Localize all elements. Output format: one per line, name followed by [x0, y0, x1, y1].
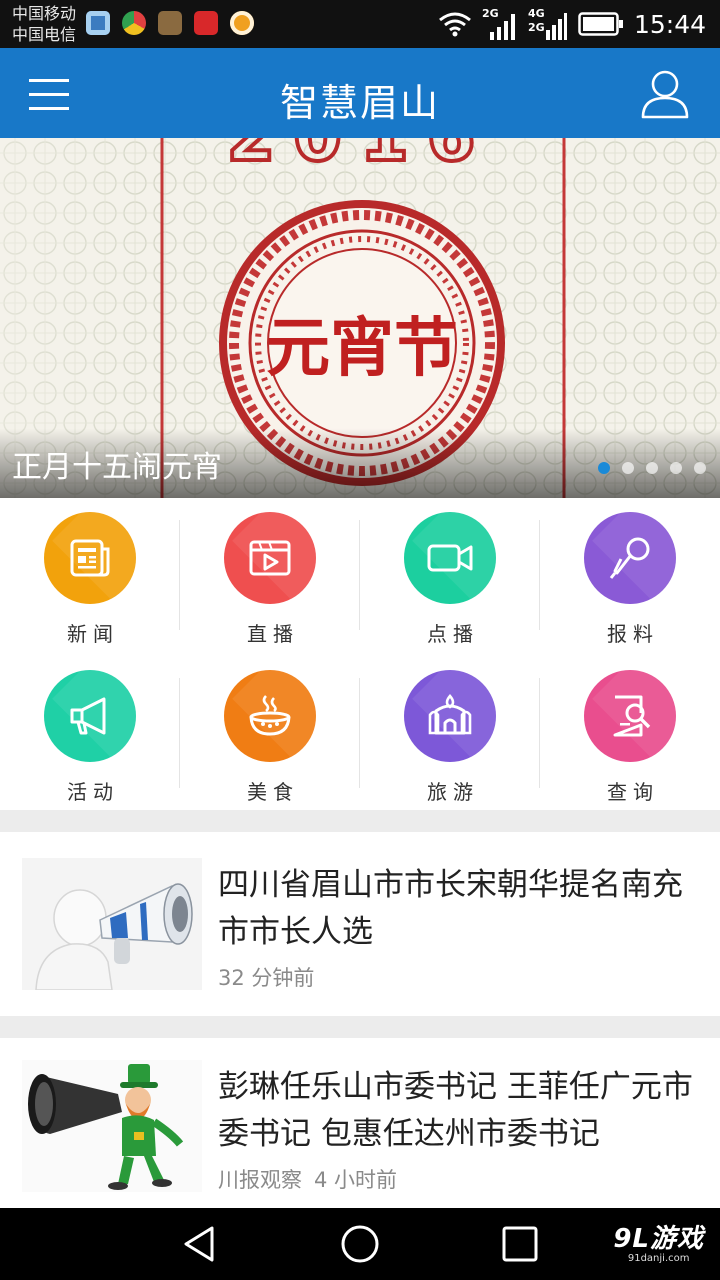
back-triangle-icon[interactable]	[180, 1224, 220, 1264]
status-bar: 中国移动 中国电信 2G 4G 2G 15:44	[0, 0, 720, 48]
news-title[interactable]: 四川省眉山市市长宋朝华提名南充市市长人选	[218, 862, 708, 956]
section-divider	[0, 1016, 720, 1038]
feature-news-circle	[44, 512, 136, 604]
feature-news-label: 新闻	[67, 622, 119, 646]
feature-travel[interactable]: 旅游	[360, 656, 540, 812]
home-circle-icon[interactable]	[340, 1224, 380, 1264]
carousel-dot[interactable]	[646, 462, 658, 474]
feature-travel-label: 旅游	[427, 780, 479, 804]
chrome-icon	[122, 11, 146, 35]
watermark: 9L游戏 91danji.com	[613, 1218, 704, 1264]
feature-news[interactable]: 新闻	[0, 498, 180, 654]
carousel-dot[interactable]	[622, 462, 634, 474]
news-item[interactable]: 彭琳任乐山市委书记 王菲任广元市委书记 包惠任达州市委书记 川报观察 4 小时前	[0, 1038, 720, 1208]
feature-query-circle	[584, 670, 676, 762]
news-item[interactable]: 四川省眉山市市长宋朝华提名南充市市长人选 32 分钟前	[0, 832, 720, 1016]
banner-title[interactable]: 正月十五闹元宵	[12, 442, 222, 486]
app-title: 智慧眉山	[279, 81, 440, 125]
toutiao-icon	[194, 11, 218, 35]
news-source: 川报观察	[218, 1168, 302, 1192]
clock: 15:44	[633, 9, 706, 39]
microphone-icon	[609, 537, 650, 579]
feature-live-label: 直播	[247, 622, 299, 646]
document-search-icon	[613, 695, 651, 737]
temple-icon	[428, 694, 472, 735]
video-camera-icon	[427, 544, 473, 572]
carrier-2: 中国电信	[12, 25, 77, 44]
news-title[interactable]: 彭琳任乐山市委书记 王菲任广元市委书记 包惠任达州市委书记	[218, 1064, 708, 1158]
system-nav-bar: 9L游戏 91danji.com	[0, 1208, 720, 1280]
newspaper-icon	[70, 539, 110, 577]
feature-travel-circle	[404, 670, 496, 762]
carrier-1: 中国移动	[12, 4, 77, 23]
carousel-indicator	[598, 462, 706, 474]
feature-food-label: 美食	[247, 780, 299, 804]
recents-square-icon[interactable]	[500, 1224, 540, 1264]
banner-year: 2016	[227, 138, 494, 177]
feature-grid: 新闻 直播 点播 报料 活动 美食 旅游 查询	[0, 498, 720, 810]
signal-2: 4G 2G	[528, 8, 568, 40]
feature-live-circle	[224, 512, 316, 604]
news-meta: 川报观察 4 小时前	[218, 1164, 397, 1194]
notification-icons	[86, 11, 254, 35]
user-icon[interactable]	[640, 68, 690, 120]
feature-events-circle	[44, 670, 136, 762]
news-meta: 32 分钟前	[218, 962, 314, 992]
feature-query[interactable]: 查询	[540, 656, 720, 812]
game-icon	[158, 11, 182, 35]
feature-vod-label: 点播	[427, 622, 479, 646]
signal-bars-icon	[489, 14, 515, 40]
banner-carousel[interactable]: 2016 元宵节 正月十五闹元宵	[0, 138, 720, 498]
feature-vod[interactable]: 点播	[360, 498, 540, 654]
wifi-icon	[439, 12, 471, 37]
app-bar: 智慧眉山	[0, 48, 720, 138]
signal-1: 2G	[482, 8, 518, 40]
battery-icon	[578, 12, 623, 36]
news-thumbnail	[22, 858, 202, 990]
carousel-dot[interactable]	[598, 462, 610, 474]
megaphone-icon	[70, 697, 106, 735]
feature-food-circle	[224, 670, 316, 762]
feature-report-circle	[584, 512, 676, 604]
status-right: 2G 4G 2G 15:44	[438, 6, 706, 42]
feature-food[interactable]: 美食	[180, 656, 360, 812]
live-video-icon	[249, 540, 291, 576]
feature-live[interactable]: 直播	[180, 498, 360, 654]
browser-icon	[86, 11, 110, 35]
feature-vod-circle	[404, 512, 496, 604]
feature-report-label: 报料	[607, 622, 659, 646]
signal-bars-2-icon	[545, 13, 567, 40]
weibo-icon	[230, 11, 254, 35]
feature-events[interactable]: 活动	[0, 656, 180, 812]
carrier-info: 中国移动 中国电信	[12, 3, 76, 45]
section-divider	[0, 810, 720, 832]
news-time: 32 分钟前	[218, 966, 315, 990]
banner-seal-text: 元宵节	[266, 311, 458, 386]
news-thumbnail	[22, 1060, 202, 1192]
feature-query-label: 查询	[607, 780, 659, 804]
watermark-logo: 9L游戏	[613, 1224, 704, 1254]
news-time: 4 小时前	[314, 1168, 398, 1192]
feature-events-label: 活动	[67, 780, 119, 804]
food-bowl-icon	[249, 695, 291, 736]
feature-report[interactable]: 报料	[540, 498, 720, 654]
carousel-dot[interactable]	[694, 462, 706, 474]
carousel-dot[interactable]	[670, 462, 682, 474]
